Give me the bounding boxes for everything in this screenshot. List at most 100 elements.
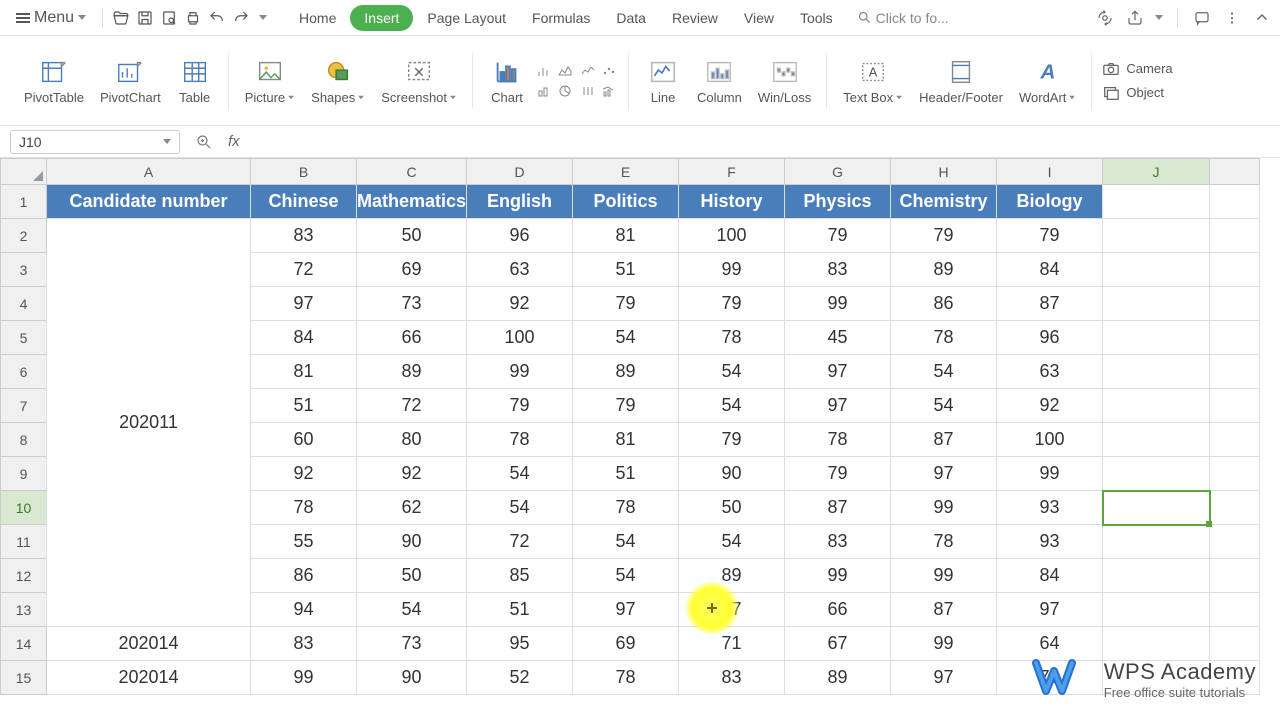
cell[interactable]: 51 bbox=[467, 593, 573, 627]
cell[interactable]: 79 bbox=[785, 219, 891, 253]
camera-button[interactable]: Camera bbox=[1102, 60, 1172, 78]
cell[interactable] bbox=[1210, 355, 1260, 389]
cell[interactable]: 80 bbox=[357, 423, 467, 457]
cell[interactable]: 90 bbox=[357, 661, 467, 695]
cell[interactable]: Politics bbox=[573, 185, 679, 219]
cell[interactable]: 73 bbox=[357, 287, 467, 321]
cell[interactable]: 81 bbox=[573, 423, 679, 457]
cell[interactable]: 60 bbox=[251, 423, 357, 457]
col-header[interactable]: D bbox=[467, 159, 573, 185]
cell[interactable]: 54 bbox=[679, 355, 785, 389]
cell[interactable]: 99 bbox=[785, 287, 891, 321]
cell[interactable]: 92 bbox=[251, 457, 357, 491]
table-button[interactable]: Table bbox=[171, 52, 219, 109]
cell[interactable]: 99 bbox=[891, 627, 997, 661]
cell[interactable]: 99 bbox=[679, 253, 785, 287]
row-header[interactable]: 7 bbox=[1, 389, 47, 423]
cell[interactable]: Chemistry bbox=[891, 185, 997, 219]
fx-label[interactable]: fx bbox=[228, 133, 240, 150]
cell[interactable] bbox=[1103, 389, 1210, 423]
cell[interactable] bbox=[1103, 355, 1210, 389]
cell[interactable] bbox=[1210, 559, 1260, 593]
cell[interactable]: 51 bbox=[573, 253, 679, 287]
cell[interactable]: 54 bbox=[573, 559, 679, 593]
picture-button[interactable]: Picture bbox=[239, 52, 301, 109]
headerfooter-button[interactable]: Header/Footer bbox=[913, 52, 1009, 109]
cell[interactable]: 99 bbox=[251, 661, 357, 695]
sparkline-line-button[interactable]: Line bbox=[639, 52, 687, 109]
scatter-chart-icon[interactable] bbox=[600, 62, 618, 80]
tab-insert[interactable]: Insert bbox=[350, 5, 413, 31]
cell[interactable]: 89 bbox=[785, 661, 891, 695]
cell[interactable]: 54 bbox=[679, 525, 785, 559]
cell[interactable]: 54 bbox=[573, 321, 679, 355]
cell[interactable]: 100 bbox=[467, 321, 573, 355]
cell[interactable]: 78 bbox=[891, 321, 997, 355]
cell[interactable] bbox=[1210, 389, 1260, 423]
cell[interactable]: 72 bbox=[357, 389, 467, 423]
chat-icon[interactable] bbox=[1192, 8, 1212, 28]
cell[interactable]: Candidate number bbox=[47, 185, 251, 219]
cell[interactable]: 202011 bbox=[47, 219, 251, 627]
cell[interactable]: 100 bbox=[679, 219, 785, 253]
cell[interactable]: 54 bbox=[573, 525, 679, 559]
cell[interactable]: 93 bbox=[997, 491, 1103, 525]
cell[interactable]: English bbox=[467, 185, 573, 219]
cell[interactable]: 78 bbox=[891, 525, 997, 559]
pivottable-button[interactable]: PivotTable bbox=[18, 52, 90, 109]
cell[interactable]: 97 bbox=[997, 593, 1103, 627]
cell[interactable]: 79 bbox=[573, 389, 679, 423]
cell[interactable]: 79 bbox=[679, 423, 785, 457]
cell[interactable] bbox=[1210, 321, 1260, 355]
tab-home[interactable]: Home bbox=[287, 4, 348, 32]
print-preview-icon[interactable] bbox=[159, 8, 179, 28]
row-header[interactable]: 15 bbox=[1, 661, 47, 695]
save-icon[interactable] bbox=[135, 8, 155, 28]
print-icon[interactable] bbox=[183, 8, 203, 28]
col-header[interactable]: A bbox=[47, 159, 251, 185]
cell[interactable] bbox=[1103, 287, 1210, 321]
spreadsheet-grid[interactable]: A B C D E F G H I J 1 Candidate number C… bbox=[0, 158, 1280, 695]
cell[interactable] bbox=[1210, 525, 1260, 559]
redo-icon[interactable] bbox=[231, 8, 251, 28]
row-header[interactable]: 14 bbox=[1, 627, 47, 661]
object-button[interactable]: Object bbox=[1102, 84, 1164, 102]
cell[interactable]: 54 bbox=[891, 389, 997, 423]
cell[interactable]: 73 bbox=[357, 627, 467, 661]
cell[interactable] bbox=[1210, 491, 1260, 525]
cell[interactable] bbox=[1210, 423, 1260, 457]
cell[interactable]: 89 bbox=[573, 355, 679, 389]
cell[interactable]: 66 bbox=[785, 593, 891, 627]
row-header[interactable]: 13 bbox=[1, 593, 47, 627]
cell[interactable]: 97 bbox=[573, 593, 679, 627]
row-header[interactable]: 2 bbox=[1, 219, 47, 253]
col-header[interactable]: E bbox=[573, 159, 679, 185]
cell[interactable]: 87 bbox=[785, 491, 891, 525]
row-header[interactable]: 3 bbox=[1, 253, 47, 287]
cell[interactable]: 89 bbox=[679, 559, 785, 593]
cell[interactable] bbox=[1103, 185, 1210, 219]
cell[interactable]: 95 bbox=[467, 627, 573, 661]
search-box[interactable]: Click to fo... bbox=[857, 10, 949, 26]
cell[interactable]: 89 bbox=[357, 355, 467, 389]
shapes-button[interactable]: Shapes bbox=[305, 52, 371, 109]
tab-data[interactable]: Data bbox=[604, 4, 658, 32]
cell[interactable]: 97 bbox=[785, 355, 891, 389]
cell[interactable]: 99 bbox=[997, 457, 1103, 491]
tab-review[interactable]: Review bbox=[660, 4, 730, 32]
cell[interactable]: History bbox=[679, 185, 785, 219]
cell[interactable]: 97 bbox=[891, 661, 997, 695]
cell[interactable]: 89 bbox=[891, 253, 997, 287]
cell[interactable]: 72 bbox=[251, 253, 357, 287]
cell[interactable] bbox=[1103, 593, 1210, 627]
cell[interactable]: 50 bbox=[357, 559, 467, 593]
sync-icon[interactable] bbox=[1095, 8, 1115, 28]
col-header[interactable]: C bbox=[357, 159, 467, 185]
cell[interactable] bbox=[1103, 253, 1210, 287]
cell[interactable]: 79 bbox=[785, 457, 891, 491]
cell[interactable]: 83 bbox=[251, 219, 357, 253]
combo-chart-icon[interactable] bbox=[600, 82, 618, 100]
cell[interactable]: 54 bbox=[679, 389, 785, 423]
cell[interactable]: 93 bbox=[997, 525, 1103, 559]
cell[interactable]: 202014 bbox=[47, 661, 251, 695]
